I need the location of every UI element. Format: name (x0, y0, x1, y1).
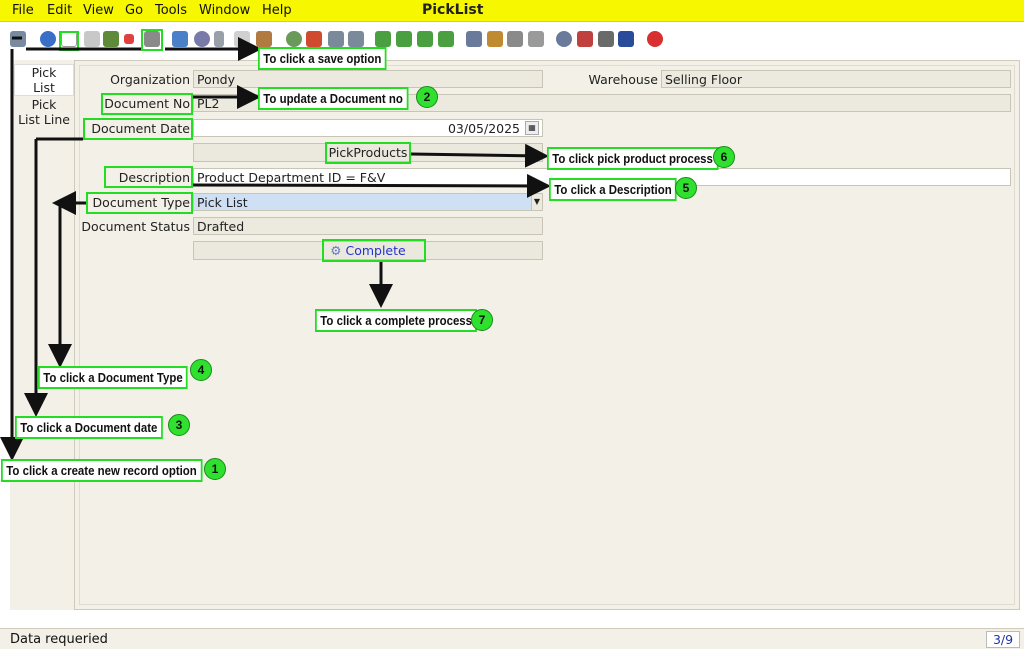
annotation-document-no: To update a Document no (258, 87, 409, 110)
badge-5: 5 (675, 177, 697, 199)
annotation-pick-product: To click pick product process (547, 147, 719, 170)
badge-1: 1 (204, 458, 226, 480)
status-text: Data requeried (10, 632, 108, 647)
badge-7: 7 (471, 309, 493, 331)
annotation-arrows (0, 36, 551, 461)
badge-3: 3 (168, 414, 190, 436)
annotation-document-date: To click a Document date (15, 416, 163, 439)
annotation-complete: To click a complete process (315, 309, 478, 332)
badge-6: 6 (713, 146, 735, 168)
annotation-document-type: To click a Document Type (38, 366, 188, 389)
annotation-new-record: To click a create new record option (1, 459, 203, 482)
annotation-description: To click a Description (549, 178, 677, 201)
badge-4: 4 (190, 359, 212, 381)
record-count[interactable]: 3/9 (986, 631, 1020, 648)
badge-2: 2 (416, 86, 438, 108)
status-bar: Data requeried 3/9 (0, 628, 1024, 649)
annotation-save: To click a save option (258, 47, 387, 70)
